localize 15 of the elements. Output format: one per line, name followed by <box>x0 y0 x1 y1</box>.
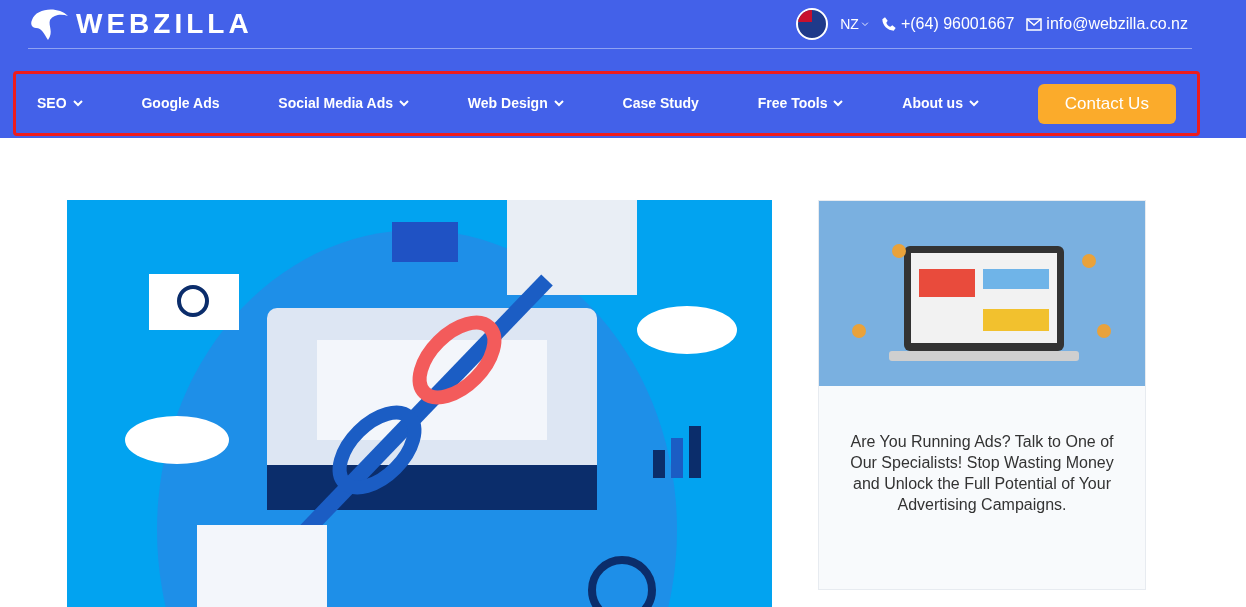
phone-icon <box>880 16 897 32</box>
promo-text: Are You Running Ads? Talk to One of Our Specialists! Stop Wasting Money and Unlock the Full Potential of Your Advertising Campaigns. <box>849 431 1115 515</box>
nav-menu-item[interactable]: Case Study <box>622 93 699 114</box>
region-selector[interactable]: NZ <box>840 13 869 35</box>
nav-menu-item[interactable]: Web Design <box>467 93 564 114</box>
nav-menu-item[interactable]: Google Ads <box>141 93 220 114</box>
nav-menu-item[interactable]: SEO <box>37 93 83 114</box>
logo-wordmark: WEBZILLA <box>76 7 253 41</box>
mail-icon <box>1026 17 1043 31</box>
email-address[interactable]: info@webzilla.co.nz <box>1046 12 1188 36</box>
nav-menu-item[interactable]: About us <box>902 93 979 114</box>
nav-menu-item[interactable]: Social Media Ads <box>278 93 409 114</box>
chevron-down-icon <box>860 21 869 27</box>
phone-number[interactable]: +(64) 96001667 <box>900 12 1015 36</box>
nav-menu-item[interactable]: Free Tools <box>757 93 844 114</box>
